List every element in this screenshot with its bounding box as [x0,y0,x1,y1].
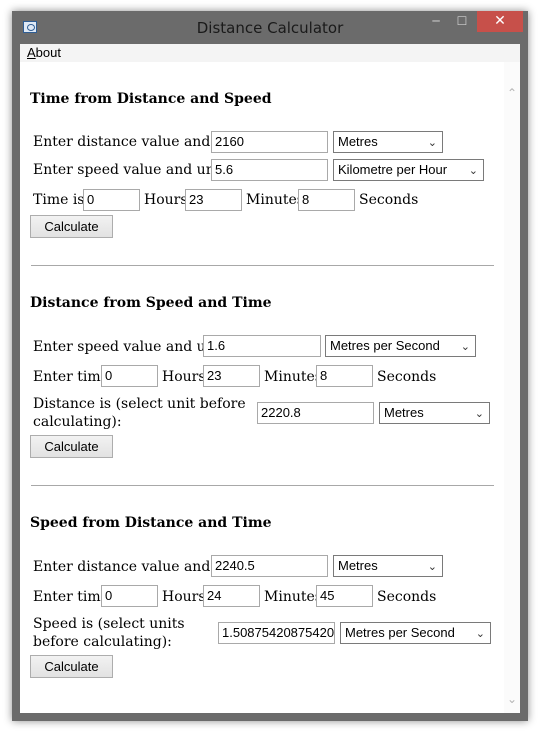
time-minutes-output[interactable]: 23 [185,189,242,211]
maximize-button[interactable]: ☐ [449,11,475,32]
distance-speed-unit-value: Metres per Second [330,338,440,353]
speed-result-output[interactable]: 1.50875420875420 [218,622,335,644]
speed-result-label: Speed is (select units before calculatin… [33,616,185,650]
menu-about[interactable]: About [27,45,61,60]
time-distance-unit-value: Metres [338,134,378,149]
distance-result-unit-select[interactable]: Metres ⌄ [379,402,490,424]
menu-bar: About [20,44,520,62]
distance-speed-unit-select[interactable]: Metres per Second ⌄ [325,335,476,357]
speed-result-unit-select[interactable]: Metres per Second ⌄ [340,622,491,644]
distance-result-label: Distance is (select unit before calculat… [33,396,246,430]
close-button[interactable]: ✕ [477,11,523,32]
time-distance-input[interactable]: 2160 [211,131,328,153]
time-seconds-label: Seconds [359,192,419,208]
speed-calculate-button[interactable]: Calculate [30,655,113,678]
title-bar[interactable]: Distance Calculator ─ ☐ ✕ [12,11,528,44]
distance-section-heading: Distance from Speed and Time [30,295,272,311]
chevron-down-icon: ⌄ [475,628,485,640]
section-divider [31,485,494,486]
chevron-down-icon: ⌄ [427,137,437,149]
distance-result-unit-value: Metres [384,405,424,420]
distance-minutes-label: Minutes [264,369,322,385]
chevron-down-icon: ⌄ [427,561,437,573]
distance-hours-label: Hours [162,369,206,385]
time-section-heading: Time from Distance and Speed [30,91,272,107]
chevron-down-icon: ⌄ [460,341,470,353]
speed-result-unit-value: Metres per Second [345,625,455,640]
vertical-scrollbar[interactable]: ⌃ ⌄ [504,62,520,713]
time-speed-label: Enter speed value and units: [33,162,237,178]
distance-result-output[interactable]: 2220.8 [257,402,374,424]
app-window: Distance Calculator ─ ☐ ✕ About Time fro… [12,11,528,721]
speed-distance-input[interactable]: 2240.5 [211,555,328,577]
speed-minutes-label: Minutes [264,589,322,605]
time-minutes-label: Minutes [246,192,304,208]
distance-speed-input[interactable]: 1.6 [203,335,321,357]
speed-minutes-input[interactable]: 24 [203,585,260,607]
scroll-down-icon[interactable]: ⌄ [504,692,520,706]
main-panel: Time from Distance and Speed Enter dista… [20,62,520,713]
distance-seconds-label: Seconds [377,369,437,385]
chevron-down-icon: ⌄ [474,408,484,420]
minimize-button[interactable]: ─ [423,11,449,32]
distance-minutes-input[interactable]: 23 [203,365,260,387]
chevron-down-icon: ⌄ [468,165,478,177]
speed-hours-label: Hours [162,589,206,605]
speed-distance-unit-value: Metres [338,558,378,573]
time-seconds-output[interactable]: 8 [298,189,355,211]
time-calculate-button[interactable]: Calculate [30,215,113,238]
time-speed-unit-select[interactable]: Kilometre per Hour ⌄ [333,159,484,181]
time-is-label: Time is: [33,192,90,208]
section-divider [31,265,494,266]
distance-hours-input[interactable]: 0 [101,365,158,387]
scroll-up-icon[interactable]: ⌃ [504,86,520,100]
distance-calculate-button[interactable]: Calculate [30,435,113,458]
speed-section-heading: Speed from Distance and Time [30,515,272,531]
time-speed-unit-value: Kilometre per Hour [338,162,448,177]
speed-distance-unit-select[interactable]: Metres ⌄ [333,555,443,577]
time-hours-label: Hours [144,192,188,208]
speed-seconds-input[interactable]: 45 [316,585,373,607]
distance-seconds-input[interactable]: 8 [316,365,373,387]
time-speed-input[interactable]: 5.6 [211,159,328,181]
time-distance-unit-select[interactable]: Metres ⌄ [333,131,443,153]
speed-seconds-label: Seconds [377,589,437,605]
time-hours-output[interactable]: 0 [83,189,140,211]
speed-hours-input[interactable]: 0 [101,585,158,607]
